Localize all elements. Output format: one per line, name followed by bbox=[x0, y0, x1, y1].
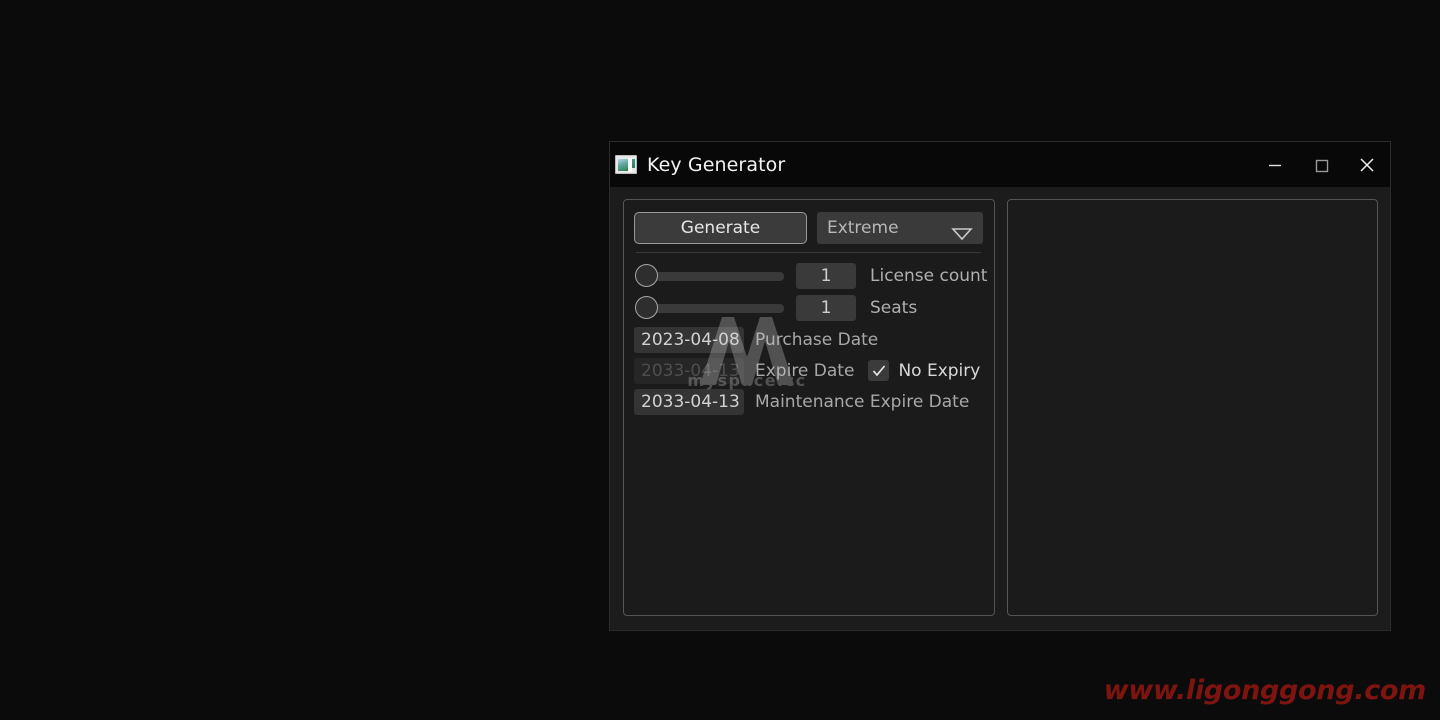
expire-date-label: Expire Date bbox=[755, 360, 855, 381]
edition-select[interactable]: Extreme bbox=[816, 212, 983, 244]
license-count-row: 1 License count bbox=[634, 260, 987, 292]
maintenance-expire-date-input[interactable]: 2033-04-13 bbox=[634, 388, 744, 415]
key-generator-window: Key Generator Generate Extreme 1 License… bbox=[609, 141, 1391, 631]
purchase-date-input[interactable]: 2023-04-08 bbox=[634, 326, 744, 353]
key-output-panel[interactable] bbox=[1007, 199, 1378, 616]
window-titlebar[interactable]: Key Generator bbox=[610, 142, 1390, 187]
window-title: Key Generator bbox=[647, 153, 786, 176]
close-button[interactable] bbox=[1344, 142, 1390, 187]
expire-date-row: 2033-04-13 Expire Date No Expiry bbox=[634, 355, 983, 386]
generate-row: Generate Extreme bbox=[634, 212, 983, 244]
seats-slider[interactable] bbox=[634, 295, 784, 321]
desktop-background: Key Generator Generate Extreme 1 License… bbox=[0, 0, 1440, 720]
edition-select-value: Extreme bbox=[826, 218, 899, 238]
purchase-date-row: 2023-04-08 Purchase Date bbox=[634, 324, 983, 355]
maximize-button[interactable] bbox=[1298, 142, 1344, 187]
seats-label: Seats bbox=[870, 298, 918, 318]
seats-row: 1 Seats bbox=[634, 292, 983, 324]
license-count-slider[interactable] bbox=[634, 263, 784, 289]
expire-date-input: 2033-04-13 bbox=[634, 357, 744, 384]
no-expiry-label: No Expiry bbox=[898, 360, 981, 381]
slider-groove bbox=[646, 272, 784, 281]
slider-handle[interactable] bbox=[635, 264, 658, 287]
app-window-icon bbox=[615, 155, 637, 174]
maintenance-expire-date-label: Maintenance Expire Date bbox=[755, 391, 970, 412]
generate-button[interactable]: Generate bbox=[634, 212, 807, 244]
chevron-down-icon bbox=[951, 223, 973, 240]
section-separator bbox=[636, 252, 981, 253]
no-expiry-checkbox[interactable]: No Expiry bbox=[868, 360, 980, 381]
license-count-input[interactable]: 1 bbox=[796, 263, 856, 289]
close-icon bbox=[1360, 157, 1374, 172]
purchase-date-label: Purchase Date bbox=[755, 329, 879, 350]
maximize-icon bbox=[1315, 159, 1329, 172]
checkbox-box[interactable] bbox=[868, 360, 890, 381]
checkmark-icon bbox=[872, 364, 886, 376]
maintenance-expire-date-row: 2033-04-13 Maintenance Expire Date bbox=[634, 386, 983, 417]
license-count-label: License count bbox=[870, 266, 988, 286]
minimize-icon bbox=[1269, 164, 1281, 166]
settings-panel: Generate Extreme 1 License count 1 Seats… bbox=[623, 199, 995, 616]
site-watermark: www.ligonggong.com bbox=[1103, 675, 1427, 706]
seats-input[interactable]: 1 bbox=[796, 295, 856, 321]
window-body: Generate Extreme 1 License count 1 Seats… bbox=[610, 187, 1390, 630]
slider-groove bbox=[646, 304, 784, 313]
slider-handle[interactable] bbox=[635, 296, 658, 319]
minimize-button[interactable] bbox=[1252, 142, 1298, 187]
